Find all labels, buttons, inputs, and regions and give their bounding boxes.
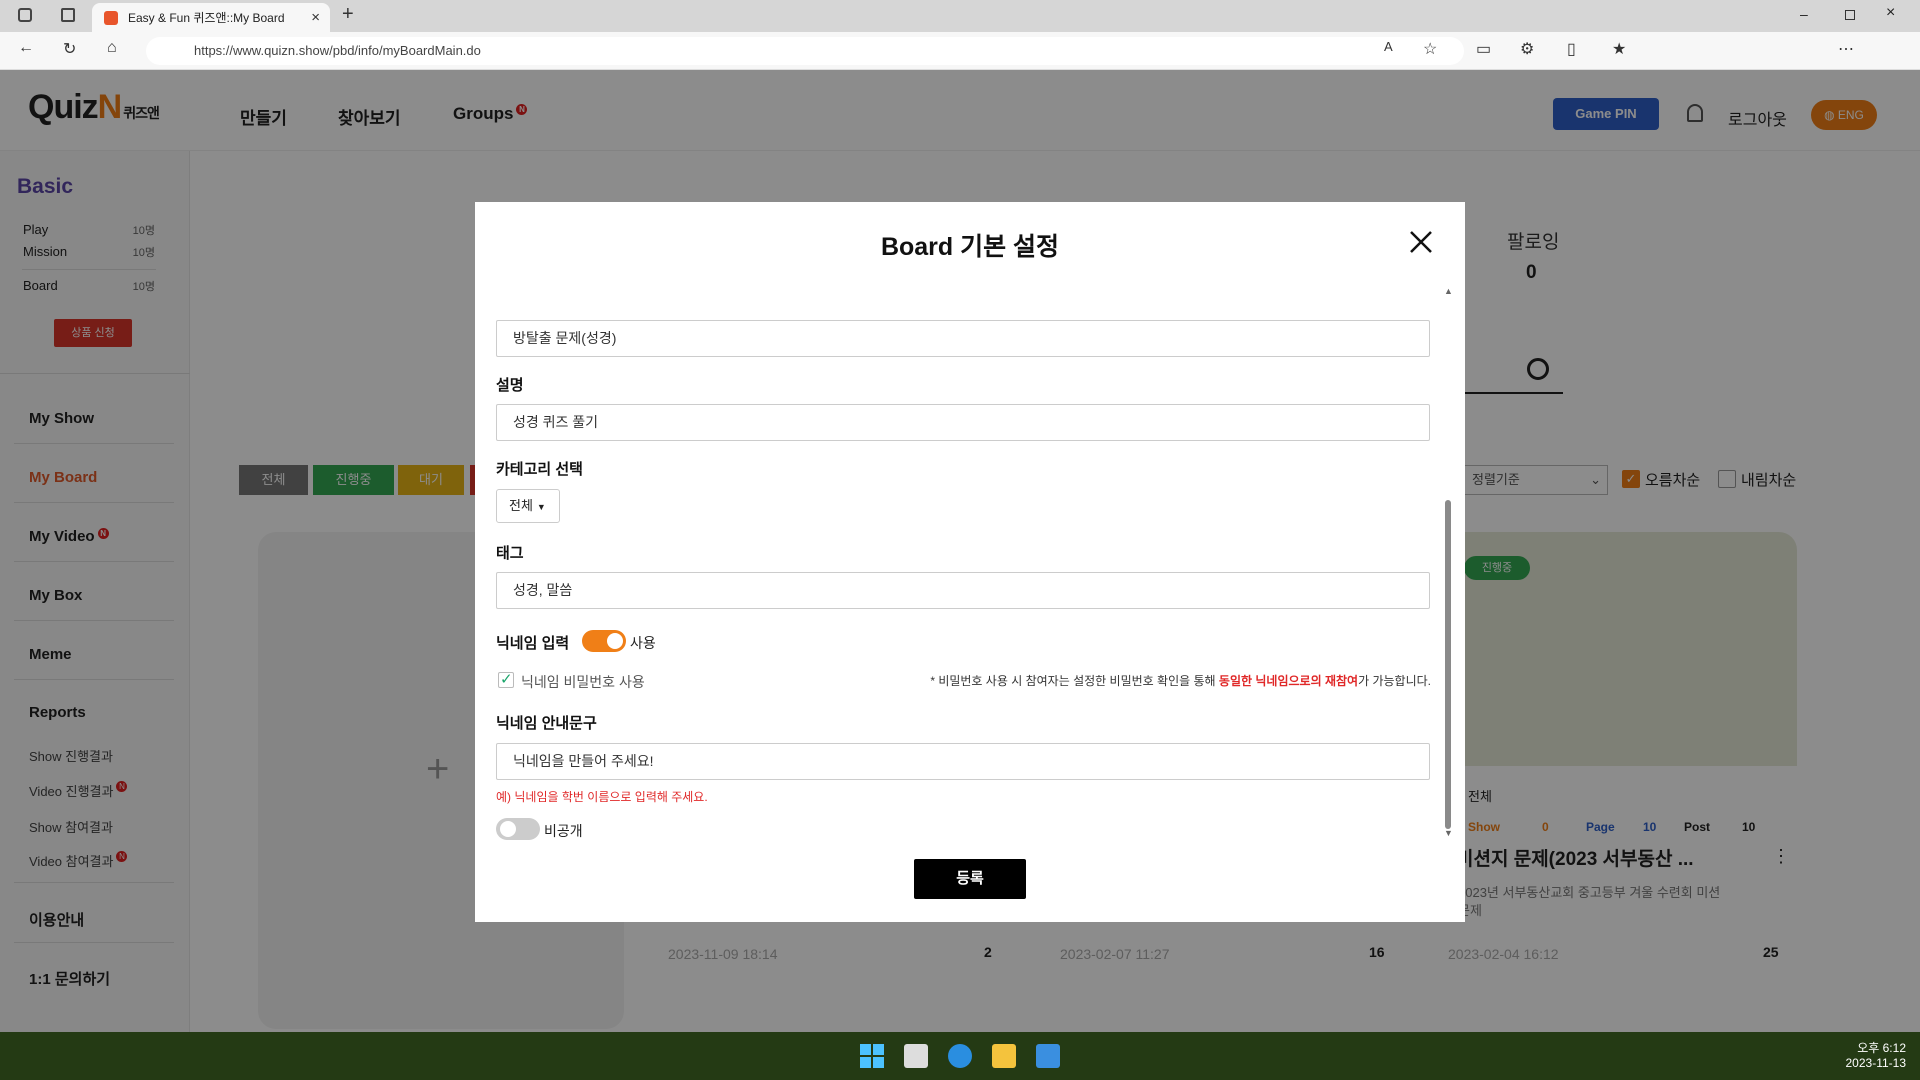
toggle-knob [500, 821, 516, 837]
modal-title: Board 기본 설정 [880, 233, 1060, 261]
close-tab-icon[interactable]: × [311, 9, 320, 26]
tag-value: 성경, 말씀 [513, 582, 573, 598]
favorite-star-icon[interactable]: ☆ [1423, 39, 1437, 59]
tab-title: Easy & Fun 퀴즈앤::My Board [128, 11, 285, 25]
close-window-icon[interactable]: × [1886, 4, 1895, 22]
extensions-icon[interactable]: ⚙ [1520, 39, 1534, 59]
desc-label: 설명 [496, 377, 524, 394]
browser-tab[interactable]: Easy & Fun 퀴즈앤::My Board × [92, 3, 330, 32]
url-text: https://www.quizn.show/pbd/info/myBoardM… [194, 43, 481, 58]
favorites-icon[interactable]: ★ [1612, 39, 1626, 59]
close-icon[interactable] [1407, 228, 1435, 256]
toggle-knob [607, 633, 623, 649]
tag-label: 태그 [496, 545, 524, 562]
title-field[interactable]: 방탈출 문제(성경) [496, 320, 1430, 357]
guide-label: 닉네임 안내문구 [496, 715, 597, 732]
new-tab-icon[interactable]: + [342, 3, 354, 26]
nickname-toggle-label: 사용 [630, 635, 656, 651]
pw-note: * 비밀번호 사용 시 참여자는 설정한 비밀번호 확인을 통해 동일한 닉네임… [903, 672, 1431, 689]
pw-checkbox-label: 닉네임 비밀번호 사용 [521, 674, 645, 690]
refresh-icon[interactable]: ↻ [63, 39, 76, 59]
photos-app-icon[interactable] [1036, 1044, 1060, 1068]
url-field[interactable]: https://www.quizn.show/pbd/info/myBoardM… [146, 37, 1464, 65]
clock-time: 오후 6:12 [1857, 1041, 1906, 1055]
nickname-toggle[interactable] [582, 630, 626, 652]
browser-tab-bar: Easy & Fun 퀴즈앤::My Board × + – × [0, 0, 1920, 32]
tab-actions-icon[interactable] [61, 8, 75, 22]
description-value: 성경 퀴즈 풀기 [513, 414, 599, 430]
home-icon[interactable]: ⌂ [107, 39, 117, 57]
scroll-up-icon[interactable]: ▲ [1444, 286, 1453, 296]
file-explorer-icon[interactable] [992, 1044, 1016, 1068]
guide-field[interactable]: 닉네임을 만들어 주세요! [496, 743, 1430, 780]
private-label: 비공개 [544, 823, 583, 839]
task-view-icon[interactable] [904, 1044, 928, 1068]
nickname-label: 닉네임 입력 [496, 635, 570, 652]
clock-date: 2023-11-13 [1845, 1056, 1907, 1070]
check-icon: ✓ [500, 671, 513, 688]
restore-icon[interactable] [1845, 10, 1855, 20]
pw-checkbox[interactable]: ✓ [498, 671, 514, 688]
guide-value: 닉네임을 만들어 주세요! [513, 753, 654, 769]
settings-more-icon[interactable]: ⋯ [1838, 39, 1854, 59]
caret-down-icon: ▼ [536, 502, 546, 512]
tag-field[interactable]: 성경, 말씀 [496, 572, 1430, 609]
scroll-down-icon[interactable]: ▼ [1444, 828, 1453, 838]
description-field[interactable]: 성경 퀴즈 풀기 [496, 404, 1430, 441]
scrollbar-thumb[interactable] [1445, 500, 1451, 829]
address-bar-row: ← ↻ ⌂ https://www.quizn.show/pbd/info/my… [0, 32, 1920, 70]
taskbar: 오후 6:12 2023-11-13 [0, 1032, 1920, 1080]
windows-start-icon[interactable] [860, 1044, 884, 1068]
guide-hint: 예) 닉네임을 학번 이름으로 입력해 주세요. [496, 790, 708, 804]
note-highlight: 동일한 닉네임으로의 재참여 [1218, 674, 1359, 688]
edge-browser-icon[interactable] [948, 1044, 972, 1068]
title-value: 방탈출 문제(성경) [513, 330, 617, 346]
note-text-end: 가 가능합니다. [1358, 674, 1431, 688]
collections-icon[interactable]: ▭ [1476, 39, 1491, 59]
favicon-icon [104, 10, 118, 25]
note-text: * 비밀번호 사용 시 참여자는 설정한 비밀번호 확인을 통해 [930, 674, 1219, 688]
category-dropdown[interactable]: 전체 ▼ [496, 489, 560, 523]
workspaces-icon[interactable] [18, 8, 32, 22]
system-clock[interactable]: 오후 6:12 2023-11-13 [1820, 1041, 1907, 1071]
category-label: 카테고리 선택 [496, 461, 583, 478]
private-toggle[interactable] [496, 818, 540, 840]
split-screen-icon[interactable]: ▯ [1567, 39, 1576, 59]
submit-button[interactable]: 등록 [914, 859, 1026, 899]
minimize-icon[interactable]: – [1800, 6, 1808, 22]
board-settings-modal: Board 기본 설정 방탈출 문제(성경) 설명 성경 퀴즈 풀기 카테고리 … [475, 202, 1465, 922]
category-value: 전체 [509, 498, 533, 513]
back-icon[interactable]: ← [18, 39, 34, 57]
read-aloud-icon[interactable]: A [1384, 39, 1393, 54]
